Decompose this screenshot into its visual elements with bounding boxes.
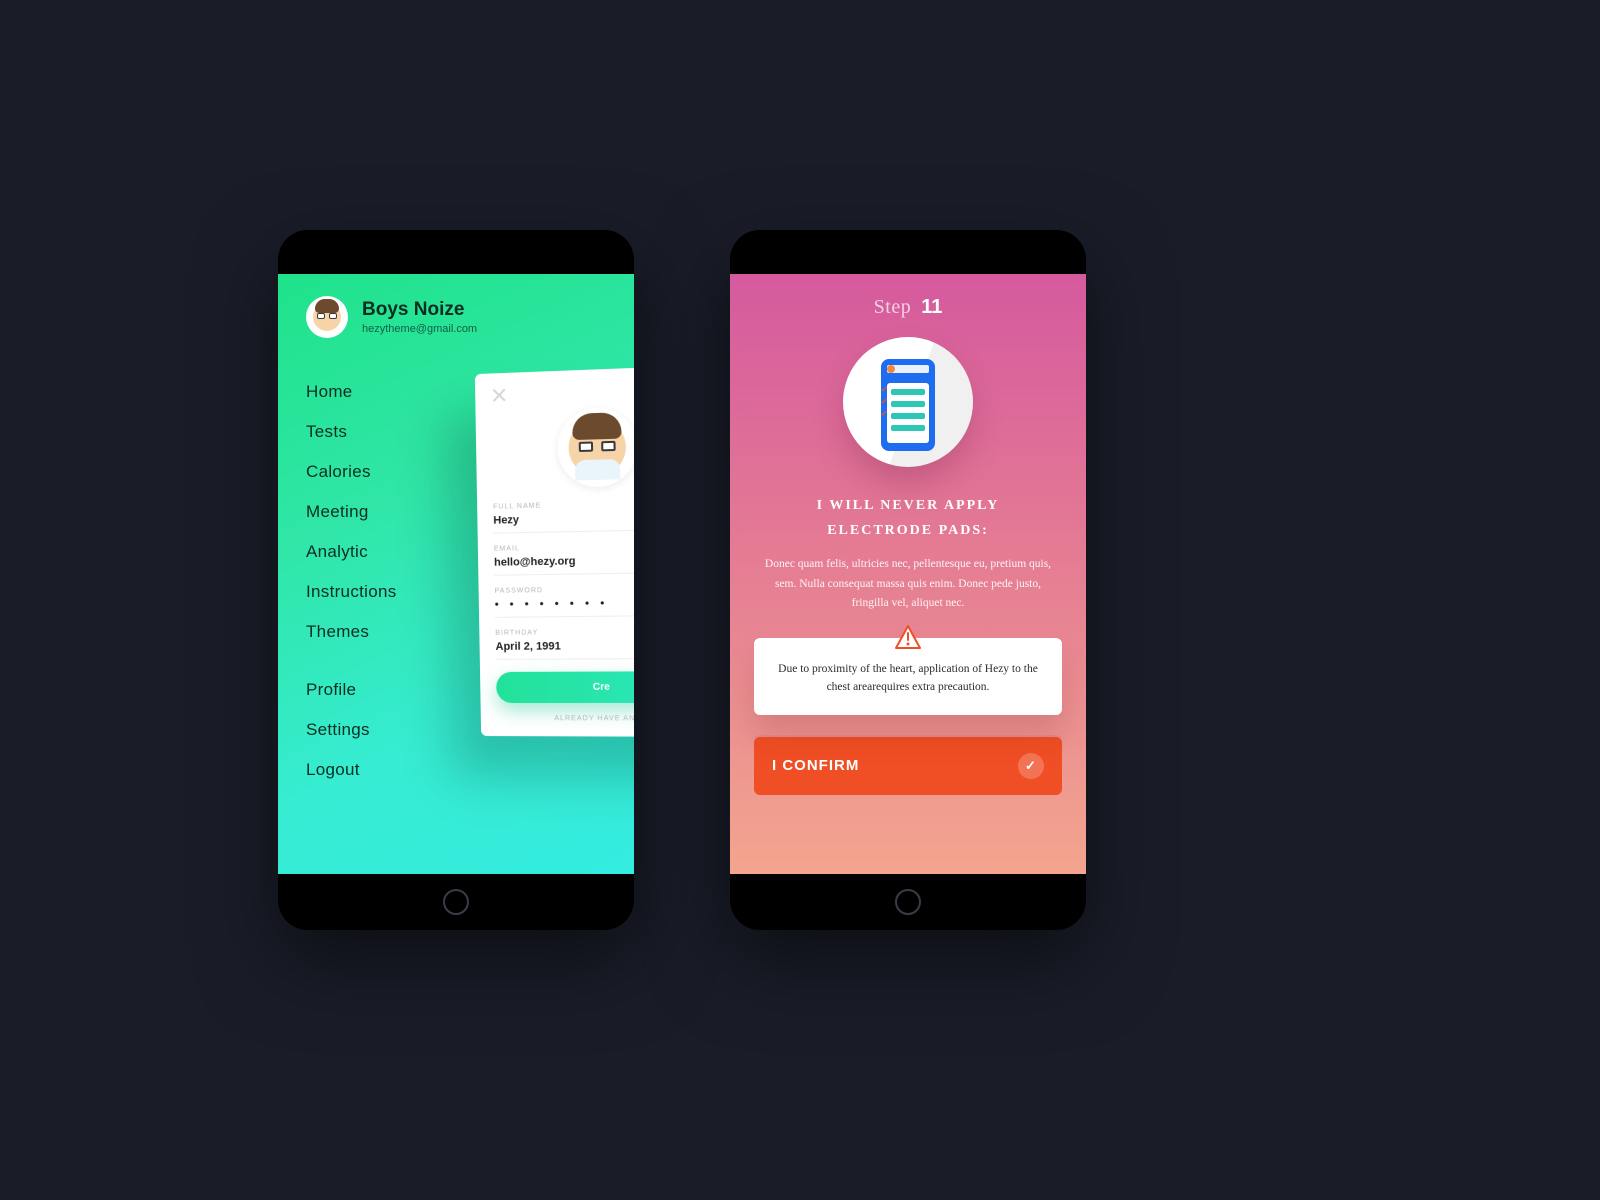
warning-icon xyxy=(894,624,922,652)
phone2-screen: Step 11 I WILL NEVER APPLY xyxy=(730,274,1086,874)
confirm-button[interactable]: I CONFIRM ✓ xyxy=(754,737,1062,795)
profile-name: Boys Noize xyxy=(362,299,477,321)
step-illustration xyxy=(843,337,973,467)
phone-frame-1: Boys Noize hezytheme@gmail.com Home Test… xyxy=(278,230,634,930)
mockup-stage: Boys Noize hezytheme@gmail.com Home Test… xyxy=(0,0,1600,1200)
phone1-screen: Boys Noize hezytheme@gmail.com Home Test… xyxy=(278,274,634,874)
sidebar-item-logout[interactable]: Logout xyxy=(306,750,606,790)
close-icon[interactable] xyxy=(491,387,507,404)
avatar-face-icon xyxy=(313,303,341,331)
password-label: PASSWORD xyxy=(495,585,634,595)
create-account-button[interactable]: Cre xyxy=(496,671,634,703)
field-password[interactable]: PASSWORD • • • • • • • • xyxy=(495,585,634,618)
home-button-icon[interactable] xyxy=(443,889,469,915)
warning-text: Due to proximity of the heart, applicati… xyxy=(778,663,1038,693)
confirm-label: I CONFIRM xyxy=(772,757,859,774)
checklist-phone-icon xyxy=(881,359,935,451)
statement-title-line2: ELECTRODE PADS: xyxy=(827,523,989,538)
full-name-value[interactable]: Hezy xyxy=(493,510,634,534)
email-value[interactable]: hello@hezy.org xyxy=(494,553,634,576)
profile-email: hezytheme@gmail.com xyxy=(362,323,477,335)
birthday-value[interactable]: April 2, 1991 xyxy=(495,639,634,660)
warning-card: Due to proximity of the heart, applicati… xyxy=(754,638,1062,715)
phone1-bottom-bezel xyxy=(278,874,634,930)
signup-avatar[interactable] xyxy=(557,407,634,488)
avatar[interactable] xyxy=(306,296,348,338)
step-number: 11 xyxy=(921,296,942,318)
phone2-bottom-bezel xyxy=(730,874,1086,930)
field-full-name[interactable]: FULL NAME Hezy xyxy=(493,499,634,534)
home-button-icon[interactable] xyxy=(895,889,921,915)
doctor-avatar-icon xyxy=(568,418,626,476)
statement-title-line1: I WILL NEVER APPLY xyxy=(817,498,1000,513)
password-value[interactable]: • • • • • • • • xyxy=(495,596,634,618)
birthday-label: BIRTHDAY xyxy=(495,628,634,637)
check-icon: ✓ xyxy=(1018,753,1044,779)
signup-card: Sign FULL NAME Hezy EM xyxy=(475,365,634,737)
email-label: EMAIL xyxy=(494,542,634,553)
phone2-top-bezel xyxy=(730,230,1086,274)
full-name-label: FULL NAME xyxy=(493,499,634,511)
field-email[interactable]: EMAIL hello@hezy.org xyxy=(494,542,634,576)
profile-header[interactable]: Boys Noize hezytheme@gmail.com xyxy=(306,296,606,338)
phone1-top-bezel xyxy=(278,230,634,274)
field-birthday[interactable]: BIRTHDAY April 2, 1991 xyxy=(495,628,634,660)
already-have-account-link[interactable]: ALREADY HAVE AN AC xyxy=(497,715,634,722)
step-indicator: Step 11 xyxy=(750,296,1066,319)
statement-body: Donec quam felis, ultricies nec, pellent… xyxy=(750,555,1066,614)
profile-text: Boys Noize hezytheme@gmail.com xyxy=(362,299,477,335)
statement-title: I WILL NEVER APPLY ELECTRODE PADS: xyxy=(750,493,1066,543)
phone-frame-2: Step 11 I WILL NEVER APPLY xyxy=(730,230,1086,930)
step-word: Step xyxy=(874,296,912,318)
